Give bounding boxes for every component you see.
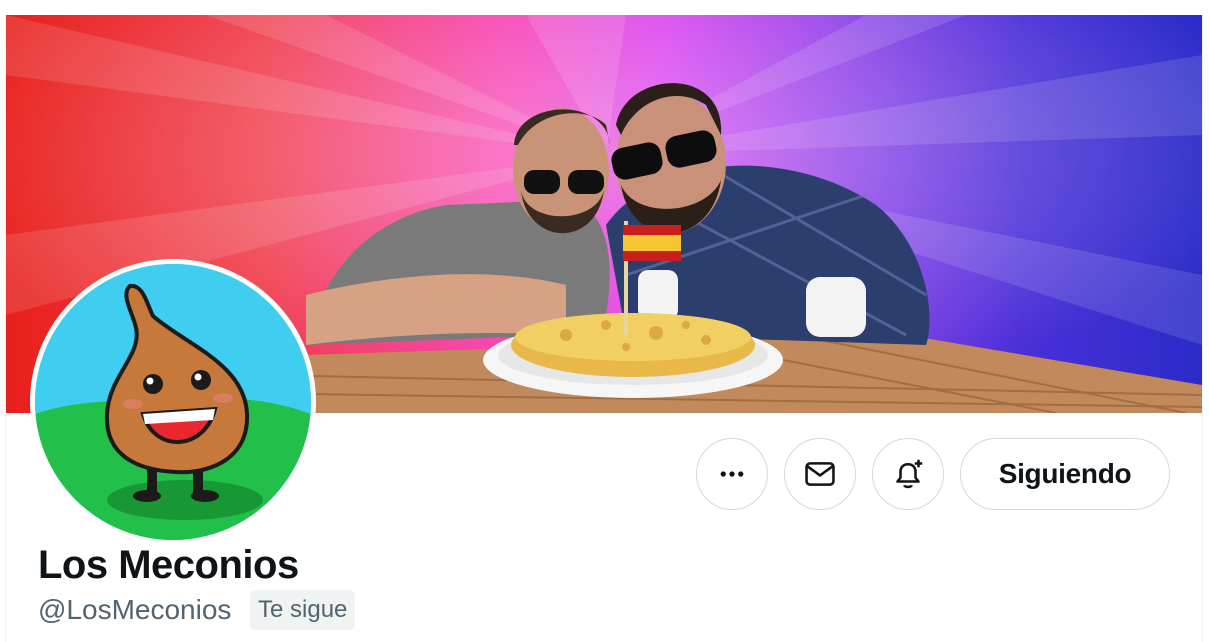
profile-handle: @LosMeconios: [38, 594, 232, 625]
more-horizontal-icon: [720, 471, 744, 477]
follows-you-badge: Te sigue: [250, 590, 356, 630]
avatar-image: [35, 264, 311, 540]
more-options-button[interactable]: [696, 438, 768, 510]
notifications-button[interactable]: [872, 438, 944, 510]
envelope-icon: [805, 462, 835, 486]
column-divider-right: [1202, 15, 1203, 642]
poop-mascot-illustration: [35, 264, 311, 540]
following-button[interactable]: Siguiendo: [960, 438, 1170, 510]
bell-plus-icon: [896, 459, 923, 489]
profile-avatar[interactable]: [30, 259, 316, 545]
message-button[interactable]: [784, 438, 856, 510]
profile-display-name: Los Meconios: [38, 543, 299, 587]
profile-page: Siguiendo Los Meconios @LosMeconios Te s…: [0, 0, 1210, 642]
